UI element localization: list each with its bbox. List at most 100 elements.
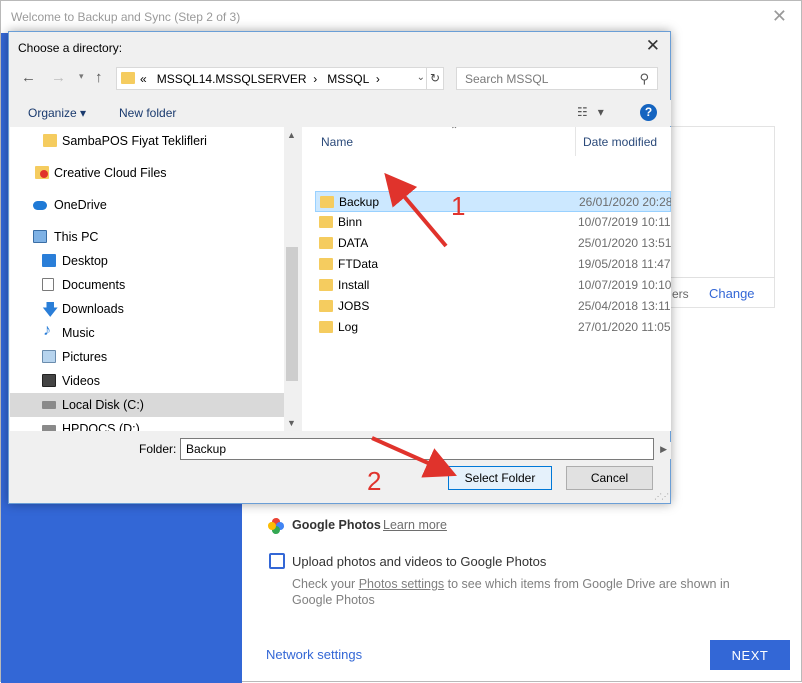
segment-chevron-icon[interactable]: › — [313, 72, 317, 86]
folder-icon — [319, 216, 333, 228]
file-row[interactable]: DATA 25/01/2020 13:51 — [315, 233, 671, 254]
nav-item-label: Videos — [62, 374, 100, 388]
pictures-icon — [42, 350, 56, 363]
dialog-title: Choose a directory: — [18, 41, 123, 55]
address-overflow-chevron[interactable]: « — [140, 72, 147, 86]
photos-description: Check your Photos settings to see which … — [292, 576, 772, 608]
view-options-icon[interactable]: ☷ ▾ — [577, 105, 604, 119]
file-name: FTData — [338, 257, 379, 271]
google-photos-title: Google Photos — [292, 518, 381, 532]
annotation-step-1: 1 — [451, 191, 466, 221]
up-arrow-icon[interactable]: ↑ — [95, 69, 103, 86]
nav-item-label: This PC — [54, 230, 99, 244]
name-column-header[interactable]: Name — [302, 127, 576, 156]
network-settings-link[interactable]: Network settings — [266, 647, 362, 662]
window-titlebar: Welcome to Backup and Sync (Step 2 of 3)… — [1, 1, 801, 33]
scroll-right-icon[interactable]: ▶ — [660, 444, 667, 455]
address-segment[interactable]: MSSQL — [327, 72, 369, 86]
videos-icon — [42, 374, 56, 387]
upload-photos-checkbox[interactable] — [269, 553, 285, 569]
learn-more-link[interactable]: Learn more — [383, 518, 447, 532]
help-icon[interactable]: ? — [640, 104, 657, 121]
nav-item-label: HPDOCS (D:) — [62, 422, 140, 431]
nav-item[interactable]: Pictures — [10, 345, 285, 369]
nav-item[interactable]: SambaPOS Fiyat Teklifleri — [10, 129, 285, 153]
folder-icon — [320, 196, 334, 208]
nav-item-label: Desktop — [62, 254, 108, 268]
file-name: DATA — [338, 236, 369, 250]
google-photos-icon — [268, 518, 284, 534]
change-link[interactable]: Change — [709, 286, 755, 301]
documents-icon — [42, 278, 54, 291]
file-row-selected[interactable]: Backup 26/01/2020 20:28 — [315, 191, 671, 212]
nav-item[interactable]: This PC — [10, 225, 285, 249]
window-close-icon[interactable]: ✕ — [772, 6, 787, 27]
desc-prefix: Check your — [292, 577, 359, 591]
file-date: 25/04/2018 13:11 — [578, 299, 671, 313]
scroll-up-icon[interactable]: ▲ — [287, 130, 296, 140]
window-title: Welcome to Backup and Sync (Step 2 of 3) — [11, 10, 241, 24]
nav-item[interactable]: OneDrive — [10, 193, 285, 217]
nav-item[interactable]: Documents — [10, 273, 285, 297]
nav-item[interactable]: 🡇 Downloads — [10, 297, 285, 321]
file-date: 25/01/2020 13:51 — [578, 236, 671, 250]
recent-locations-chevron-icon[interactable]: ▾ — [79, 71, 84, 82]
folder-icon — [121, 72, 135, 84]
file-row[interactable]: FTData 19/05/2018 11:47 — [315, 254, 671, 275]
annotation-step-2: 2 — [367, 466, 382, 496]
segment-chevron-icon[interactable]: › — [376, 72, 380, 86]
file-row[interactable]: Log 27/01/2020 11:05 — [315, 317, 671, 338]
file-date: 19/05/2018 11:47 — [578, 257, 671, 271]
file-date: 10/07/2019 10:10 — [578, 278, 671, 292]
photos-settings-link[interactable]: Photos settings — [359, 577, 444, 591]
nav-item-label: Pictures — [62, 350, 108, 364]
address-dropdown-icon[interactable]: ⌄ — [417, 72, 425, 83]
file-date: 27/01/2020 11:05 — [578, 320, 671, 334]
name-column-label: Name — [321, 135, 354, 149]
drive-icon — [42, 425, 56, 431]
scroll-down-icon[interactable]: ▼ — [287, 418, 296, 428]
search-input[interactable]: Search MSSQL — [465, 72, 548, 86]
nav-item-selected[interactable]: Local Disk (C:) — [10, 393, 285, 417]
dialog-close-icon[interactable]: ✕ — [646, 36, 660, 56]
file-row[interactable]: Install 10/07/2019 10:10 — [315, 275, 671, 296]
file-date: 10/07/2019 10:11 — [578, 215, 671, 229]
nav-item-label: OneDrive — [54, 198, 107, 212]
search-icon[interactable]: ⚲ — [639, 71, 649, 87]
nav-item-label: Music — [62, 326, 95, 340]
folder-input[interactable] — [180, 438, 654, 460]
select-folder-button[interactable]: Select Folder — [448, 466, 552, 490]
address-bar[interactable]: « MSSQL14.MSSQLSERVER › MSSQL › ⌄ — [116, 67, 432, 90]
cloud-icon — [33, 201, 47, 210]
file-row[interactable]: Binn 10/07/2019 10:11 — [315, 212, 671, 233]
resize-grip-icon[interactable]: ⋰⋰ — [654, 492, 669, 501]
next-button[interactable]: NEXT — [710, 640, 790, 670]
folder-icon — [319, 279, 333, 291]
date-column-label: Date modified — [583, 135, 658, 149]
upload-photos-label: Upload photos and videos to Google Photo… — [292, 554, 547, 569]
folder-label: Folder: — [139, 442, 177, 456]
drive-icon — [42, 401, 56, 409]
refresh-icon[interactable]: ↻ — [426, 67, 444, 90]
nav-item[interactable]: ♪ Music — [10, 321, 285, 345]
nav-item[interactable]: Desktop — [10, 249, 285, 273]
nav-item-label: Documents — [62, 278, 126, 292]
nav-pane-scrollbar[interactable]: ▲ ▼ — [284, 127, 300, 431]
cancel-button[interactable]: Cancel — [566, 466, 653, 490]
forward-arrow-icon[interactable]: → — [51, 69, 66, 86]
address-segment[interactable]: MSSQL14.MSSQLSERVER — [157, 72, 307, 86]
new-folder-button[interactable]: New folder — [119, 106, 176, 120]
date-column-header[interactable]: Date modified — [577, 127, 671, 156]
back-arrow-icon[interactable]: ← — [21, 69, 36, 86]
search-box[interactable]: Search MSSQL ⚲ — [456, 67, 658, 90]
scroll-thumb[interactable] — [286, 247, 298, 381]
file-row[interactable]: JOBS 25/04/2018 13:11 — [315, 296, 671, 317]
computer-icon — [33, 230, 47, 243]
file-name: JOBS — [338, 299, 370, 313]
nav-item-label: Downloads — [62, 302, 124, 316]
nav-item-label: Creative Cloud Files — [54, 166, 167, 180]
nav-item[interactable]: Videos — [10, 369, 285, 393]
nav-item[interactable]: Creative Cloud Files — [10, 161, 285, 185]
nav-item[interactable]: HPDOCS (D:) — [10, 417, 285, 431]
organize-menu[interactable]: Organize ▾ — [28, 106, 86, 120]
